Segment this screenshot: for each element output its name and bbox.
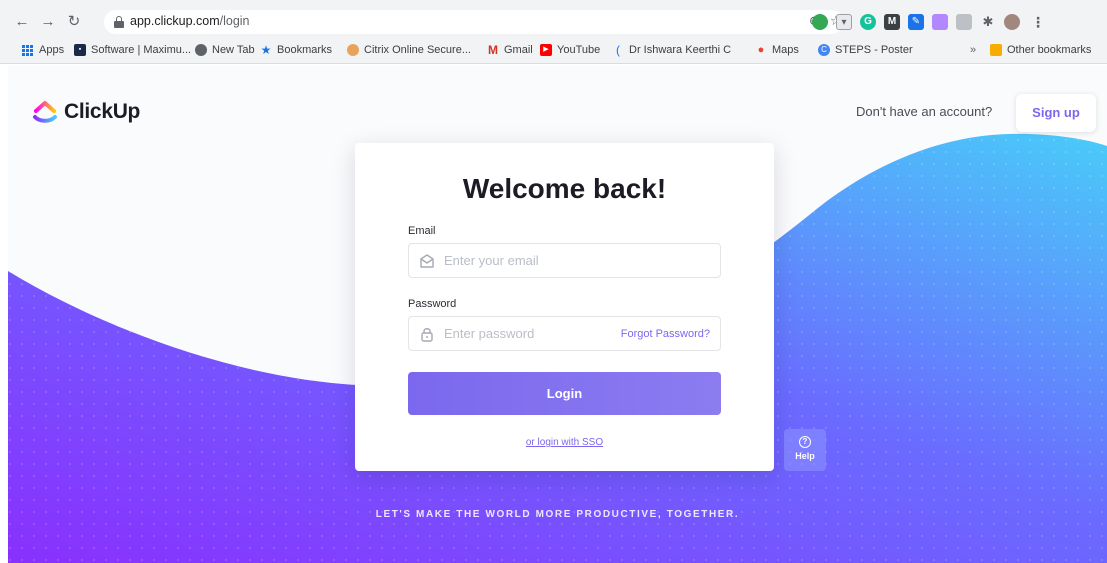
question-circle-icon: ? xyxy=(799,436,811,448)
clickup-logo-icon xyxy=(33,101,57,123)
apps-grid-icon xyxy=(22,44,33,56)
login-card: Welcome back! Email Enter your email Pas… xyxy=(355,143,774,471)
login-button[interactable]: Login xyxy=(408,372,721,415)
clickup-logo[interactable]: ClickUp xyxy=(32,100,140,124)
logo-text: ClickUp xyxy=(64,100,141,123)
bookmark-gmail[interactable]: M Gmail xyxy=(487,44,533,56)
forward-arrow-icon[interactable]: → xyxy=(38,12,58,32)
maps-pin-icon: ● xyxy=(757,44,765,56)
citrix-favicon-icon xyxy=(347,44,359,56)
browser-chrome: ← → ↻ app.clickup.com/login ⊕ ☆ ▾ G M ✎ … xyxy=(0,0,1107,64)
extension-mail-icon[interactable]: M xyxy=(884,14,900,30)
steps-favicon-icon: C xyxy=(818,44,830,56)
lock-icon xyxy=(114,16,124,28)
scholar-favicon-icon: ( xyxy=(616,43,620,57)
back-arrow-icon[interactable]: ← xyxy=(12,12,32,32)
footer-tagline: LET'S MAKE THE WORLD MORE PRODUCTIVE, TO… xyxy=(375,509,740,520)
url-text: app.clickup.com/login xyxy=(130,14,250,28)
other-bookmarks-folder[interactable]: Other bookmarks xyxy=(990,44,1091,56)
extensions-puzzle-icon[interactable]: ✱ xyxy=(980,14,996,30)
sso-login-link[interactable]: or login with SSO xyxy=(355,437,774,448)
bookmark-youtube[interactable]: ▶ YouTube xyxy=(540,44,600,56)
address-bar[interactable]: app.clickup.com/login ⊕ ☆ xyxy=(104,10,844,34)
signup-prompt: Don't have an account? xyxy=(856,104,993,119)
extension-pocket-icon[interactable]: ▾ xyxy=(836,14,852,30)
envelope-icon xyxy=(420,254,434,268)
bookmarks-overflow-button[interactable]: » xyxy=(970,44,976,56)
bookmark-citrix[interactable]: Citrix Online Secure... xyxy=(347,44,471,56)
password-placeholder: Enter password xyxy=(444,326,535,341)
bookmarks-bar: Apps ▪ Software | Maximu... New Tab ★ Bo… xyxy=(0,40,1107,62)
sign-up-button[interactable]: Sign up xyxy=(1016,94,1096,132)
email-placeholder: Enter your email xyxy=(444,253,539,268)
password-field[interactable]: Enter password Forgot Password? xyxy=(408,316,721,351)
password-label: Password xyxy=(408,298,457,310)
star-icon: ★ xyxy=(260,43,272,57)
help-label: Help xyxy=(795,451,815,461)
extension-pen-icon[interactable]: ✎ xyxy=(908,14,924,30)
reload-icon[interactable]: ↻ xyxy=(64,12,84,32)
lock-icon xyxy=(421,328,433,342)
browser-menu-icon[interactable]: ⋮ xyxy=(1030,14,1046,30)
software-favicon-icon: ▪ xyxy=(74,44,86,56)
bookmark-new-tab[interactable]: New Tab xyxy=(195,44,255,56)
email-field[interactable]: Enter your email xyxy=(408,243,721,278)
youtube-icon: ▶ xyxy=(540,44,552,56)
profile-avatar[interactable] xyxy=(1004,14,1020,30)
bookmark-bookmarks[interactable]: ★ Bookmarks xyxy=(260,44,332,56)
bookmark-maps[interactable]: ● Maps xyxy=(755,44,799,56)
login-page: ClickUp Don't have an account? Sign up W… xyxy=(8,66,1107,563)
extension-grammarly-icon[interactable]: G xyxy=(860,14,876,30)
gmail-icon: M xyxy=(488,43,498,57)
extension-gray-icon[interactable] xyxy=(956,14,972,30)
globe-icon xyxy=(195,44,207,56)
extension-shield-icon[interactable] xyxy=(812,14,828,30)
forgot-password-link[interactable]: Forgot Password? xyxy=(621,328,710,340)
bookmark-apps[interactable]: Apps xyxy=(22,44,64,56)
bookmark-dr-ishwara[interactable]: ( Dr Ishwara Keerthi C xyxy=(612,44,731,56)
browser-toolbar: ← → ↻ app.clickup.com/login ⊕ ☆ ▾ G M ✎ … xyxy=(0,8,1107,36)
extension-purple-icon[interactable] xyxy=(932,14,948,30)
bookmark-steps-poster[interactable]: C STEPS - Poster xyxy=(818,44,913,56)
page-title: Welcome back! xyxy=(462,173,667,204)
email-label: Email xyxy=(408,225,436,237)
bookmark-software[interactable]: ▪ Software | Maximu... xyxy=(74,44,191,56)
help-button[interactable]: ? Help xyxy=(784,429,826,471)
folder-icon xyxy=(990,44,1002,56)
